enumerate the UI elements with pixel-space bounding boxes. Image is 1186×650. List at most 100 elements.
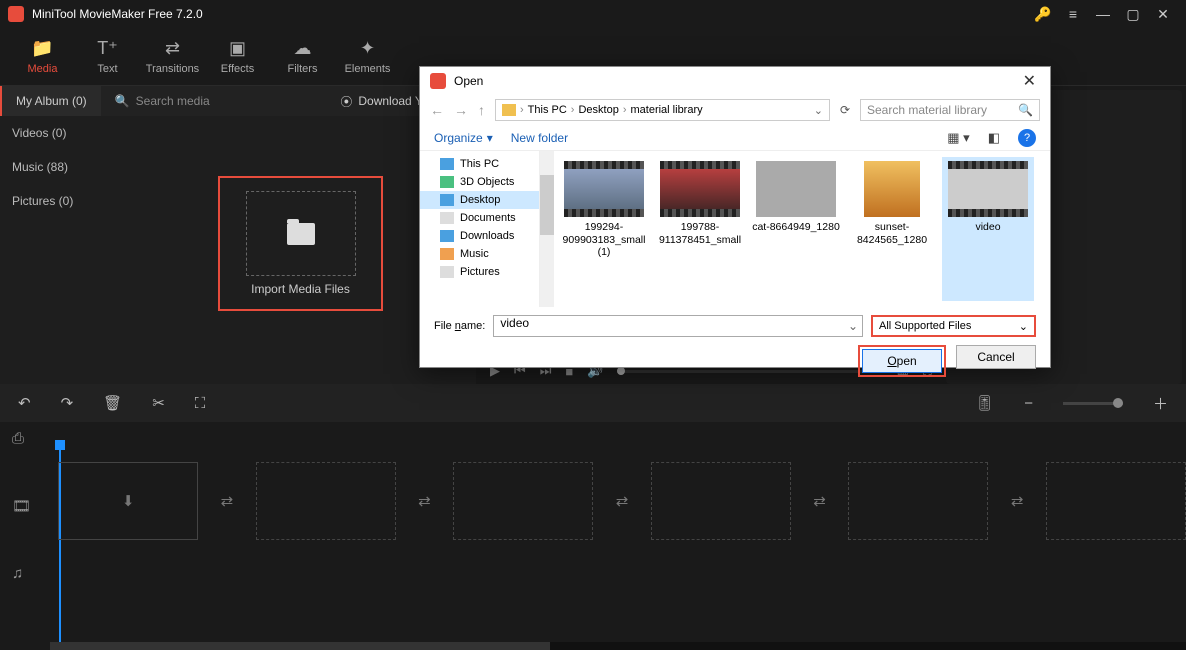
transition-slot[interactable]: ⇄ (998, 462, 1035, 540)
transition-slot[interactable]: ⇄ (406, 462, 443, 540)
up-button[interactable]: ↑ (478, 102, 485, 118)
help-button[interactable]: ? (1018, 129, 1036, 147)
tab-effects[interactable]: ▣Effects (205, 28, 270, 85)
filename-label: File name: (434, 320, 485, 332)
tree-documents[interactable]: Documents (420, 209, 539, 227)
cut-button[interactable]: ✂ (152, 394, 165, 412)
import-media-box[interactable]: Import Media Files (218, 176, 383, 311)
open-file-dialog: Open ✕ ← → ↑ › This PC › Desktop › mater… (419, 66, 1051, 368)
undo-button[interactable]: ↶ (18, 394, 31, 412)
tree-pictures[interactable]: Pictures (420, 263, 539, 281)
dialog-icon (430, 73, 446, 89)
zoom-slider[interactable] (1063, 402, 1123, 405)
file-list: 199294-909903183_small (1) 199788-911378… (554, 151, 1050, 307)
forward-button[interactable]: → (454, 102, 468, 118)
category-music[interactable]: Music (88) (0, 150, 130, 184)
effects-icon: ▣ (229, 38, 246, 59)
text-icon: T⁺ (97, 38, 118, 59)
tab-transitions[interactable]: ⇄Transitions (140, 28, 205, 85)
breadcrumb-folder[interactable]: material library (631, 104, 703, 116)
category-videos[interactable]: Videos (0) (0, 116, 130, 150)
filename-input[interactable]: video⌄ (493, 315, 863, 337)
timeline: ⎙ 🎞 ♫ ⬇ ⇄ ⇄ ⇄ ⇄ ⇄ (0, 422, 1186, 650)
tab-media[interactable]: 📁Media (10, 28, 75, 85)
add-track-button[interactable]: ⎙ (12, 430, 42, 447)
new-folder-button[interactable]: New folder (511, 131, 568, 145)
zoom-in-button[interactable]: ＋ (1153, 393, 1168, 414)
zoom-out-button[interactable]: − (1024, 395, 1033, 412)
folder-icon (287, 223, 315, 245)
import-media-label: Import Media Files (251, 282, 350, 296)
search-icon: 🔍 (1018, 103, 1033, 117)
view-button[interactable]: ▦ ▾ (947, 130, 969, 146)
chevron-down-icon[interactable]: ⌄ (848, 319, 858, 333)
video-track[interactable]: ⬇ ⇄ ⇄ ⇄ ⇄ ⇄ (58, 462, 1186, 540)
refresh-button[interactable]: ⟳ (840, 103, 850, 117)
dialog-search[interactable]: Search material library 🔍 (860, 99, 1040, 121)
open-button[interactable]: Open (862, 349, 942, 373)
media-search[interactable]: 🔍Search media (101, 94, 224, 108)
category-pictures[interactable]: Pictures (0) (0, 184, 130, 218)
download-icon: ⦿ (340, 93, 352, 110)
tree-scrollbar[interactable] (540, 151, 554, 307)
dialog-close-button[interactable]: ✕ (1019, 71, 1040, 91)
clip-slot[interactable]: ⬇ (58, 462, 198, 540)
transition-slot[interactable]: ⇄ (603, 462, 640, 540)
dialog-title: Open (454, 74, 1019, 88)
crop-button[interactable]: ⛶ (195, 395, 206, 412)
clip-slot[interactable] (651, 462, 791, 540)
redo-button[interactable]: ↷ (61, 394, 74, 412)
file-item[interactable]: 199788-911378451_small (654, 157, 746, 301)
breadcrumb-desktop[interactable]: Desktop (578, 104, 618, 116)
clip-slot[interactable] (1046, 462, 1186, 540)
organize-button[interactable]: Organize ▾ (434, 131, 493, 145)
breadcrumb-thispc[interactable]: This PC (528, 104, 567, 116)
close-button[interactable]: ✕ (1148, 0, 1178, 28)
tab-text[interactable]: T⁺Text (75, 28, 140, 85)
audio-track-icon: ♫ (12, 565, 42, 582)
timeline-toolbar: ↶ ↷ 🗑 ✂ ⛶ 🎚 − ＋ (0, 384, 1186, 422)
breadcrumb[interactable]: › This PC › Desktop › material library ⌄ (495, 99, 830, 121)
tree-music[interactable]: Music (420, 245, 539, 263)
folder-tree: This PC 3D Objects Desktop Documents Dow… (420, 151, 540, 307)
app-title: MiniTool MovieMaker Free 7.2.0 (32, 7, 1028, 21)
clip-slot[interactable] (453, 462, 593, 540)
cancel-button[interactable]: Cancel (956, 345, 1036, 369)
filters-icon: ☁ (294, 38, 312, 59)
playhead[interactable] (55, 440, 65, 450)
file-item-selected[interactable]: video (942, 157, 1034, 301)
elements-icon: ✦ (360, 38, 375, 59)
audio-mixer-button[interactable]: 🎚 (975, 394, 994, 412)
tab-filters[interactable]: ☁Filters (270, 28, 335, 85)
tree-desktop[interactable]: Desktop (420, 191, 539, 209)
clip-slot[interactable] (848, 462, 988, 540)
clip-slot[interactable] (256, 462, 396, 540)
app-logo (8, 6, 24, 22)
tree-thispc[interactable]: This PC (420, 155, 539, 173)
menu-icon[interactable]: ≡ (1058, 0, 1088, 28)
file-item[interactable]: cat-8664949_1280 (750, 157, 842, 301)
minimize-button[interactable]: — (1088, 0, 1118, 28)
video-track-icon: 🎞 (12, 497, 42, 515)
key-icon[interactable]: 🔑 (1028, 0, 1058, 28)
transitions-icon: ⇄ (165, 38, 180, 59)
file-item[interactable]: 199294-909903183_small (1) (558, 157, 650, 301)
tree-downloads[interactable]: Downloads (420, 227, 539, 245)
titlebar: MiniTool MovieMaker Free 7.2.0 🔑 ≡ — ▢ ✕ (0, 0, 1186, 28)
breadcrumb-dropdown[interactable]: ⌄ (814, 104, 823, 117)
delete-button[interactable]: 🗑 (103, 394, 122, 412)
transition-slot[interactable]: ⇄ (801, 462, 838, 540)
filetype-select[interactable]: All Supported Files⌄ (871, 315, 1036, 337)
back-button[interactable]: ← (430, 102, 444, 118)
preview-pane-button[interactable]: ◧ (988, 130, 1000, 146)
tab-elements[interactable]: ✦Elements (335, 28, 400, 85)
file-item[interactable]: sunset-8424565_1280 (846, 157, 938, 301)
tab-my-album[interactable]: My Album (0) (0, 86, 101, 116)
maximize-button[interactable]: ▢ (1118, 0, 1148, 28)
transition-slot[interactable]: ⇄ (208, 462, 245, 540)
tree-3dobjects[interactable]: 3D Objects (420, 173, 539, 191)
folder-icon (502, 104, 516, 116)
timeline-scrollbar[interactable] (50, 642, 1186, 650)
folder-icon: 📁 (31, 38, 53, 59)
chevron-down-icon: ⌄ (1019, 320, 1028, 333)
